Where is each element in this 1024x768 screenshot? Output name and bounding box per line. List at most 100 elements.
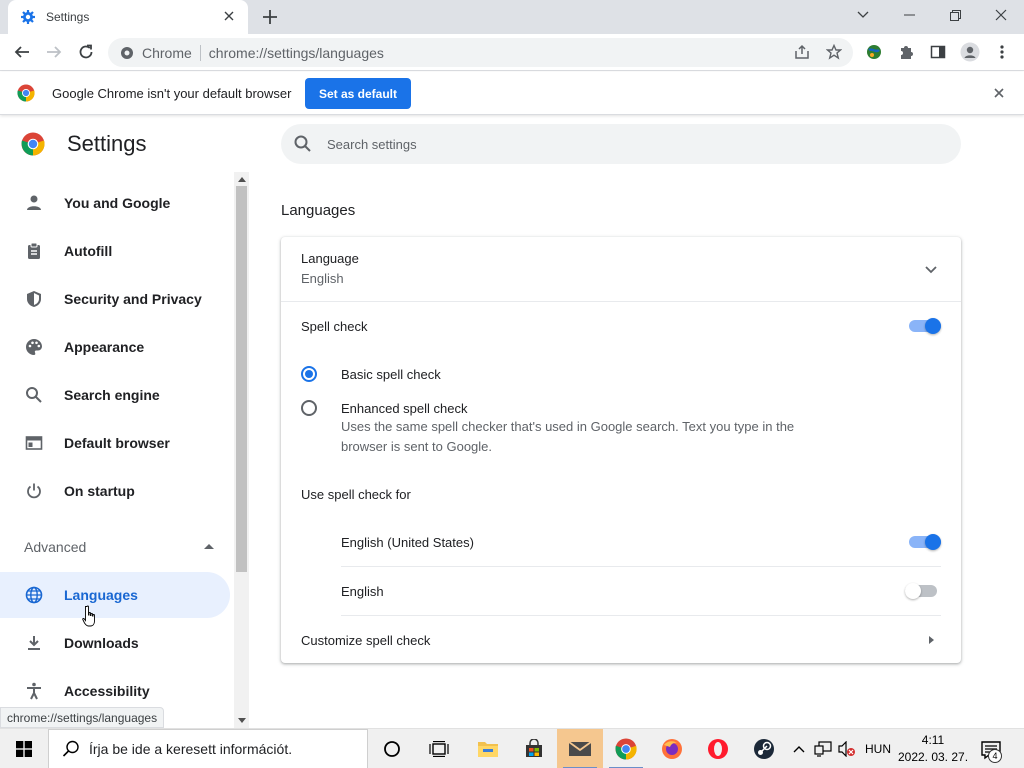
- enhanced-spell-check-radio[interactable]: [301, 400, 317, 416]
- use-spell-check-for-label: Use spell check for: [301, 487, 411, 502]
- sidebar-item-label: You and Google: [64, 195, 171, 211]
- sidebar-item-label: Search engine: [64, 387, 160, 403]
- advanced-toggle[interactable]: Advanced: [24, 532, 214, 562]
- scroll-up-arrow-icon[interactable]: [238, 177, 246, 182]
- caret-up-icon: [204, 544, 214, 549]
- chrome-taskbar-icon[interactable]: [603, 729, 649, 768]
- browser-window-icon: [24, 433, 44, 453]
- sidebar-item-search-engine[interactable]: Search engine: [0, 372, 230, 418]
- palette-icon: [24, 337, 44, 357]
- enhanced-spell-check-description: Uses the same spell checker that's used …: [341, 419, 795, 454]
- sidebar-item-default-browser[interactable]: Default browser: [0, 420, 230, 466]
- steam-icon[interactable]: [741, 729, 787, 768]
- english-us-spell-check-toggle[interactable]: [909, 534, 943, 550]
- file-explorer-icon[interactable]: [465, 729, 511, 768]
- firefox-icon[interactable]: [649, 729, 695, 768]
- extensions-puzzle-icon[interactable]: [894, 40, 918, 64]
- english-spell-check-toggle[interactable]: [905, 583, 939, 599]
- clock-date: 2022. 03. 27.: [897, 750, 969, 764]
- tab-search-icon[interactable]: [840, 0, 886, 30]
- task-view-icon[interactable]: [416, 729, 462, 768]
- close-icon[interactable]: [990, 84, 1008, 102]
- cortana-icon[interactable]: [369, 729, 415, 768]
- settings-sidebar: You and Google Autofill Security and Pri…: [0, 175, 234, 728]
- gear-icon: [21, 10, 35, 24]
- language-english-us-label: English (United States): [341, 535, 474, 550]
- infobar-message: Google Chrome isn't your default browser: [52, 86, 292, 101]
- restore-icon[interactable]: [932, 0, 978, 30]
- sidebar-item-label: Accessibility: [64, 683, 150, 699]
- sidebar-item-security-and-privacy[interactable]: Security and Privacy: [0, 276, 230, 322]
- input-language-indicator[interactable]: HUN: [860, 729, 896, 768]
- windows-start-icon[interactable]: [0, 729, 48, 768]
- page-title: Settings: [67, 131, 147, 156]
- sidebar-item-appearance[interactable]: Appearance: [0, 324, 230, 370]
- shield-icon: [24, 289, 44, 309]
- clipboard-icon: [24, 241, 44, 261]
- close-tab-icon[interactable]: [220, 8, 238, 26]
- languages-card: Language English Spell check Basic spell…: [281, 237, 961, 663]
- set-as-default-button[interactable]: Set as default: [305, 78, 411, 109]
- back-arrow-icon[interactable]: [10, 40, 34, 64]
- sidebar-item-label: Security and Privacy: [64, 291, 202, 307]
- customize-spell-check-row[interactable]: Customize spell check: [281, 616, 961, 663]
- network-icon[interactable]: [812, 729, 834, 768]
- accessibility-icon: [24, 681, 44, 701]
- spell-check-label: Spell check: [301, 319, 368, 334]
- share-icon[interactable]: [790, 40, 814, 64]
- forward-arrow-icon[interactable]: [42, 40, 66, 64]
- profile-avatar-icon[interactable]: [958, 40, 982, 64]
- tab-strip: Settings: [0, 0, 1024, 34]
- speaker-muted-icon[interactable]: [836, 729, 858, 768]
- search-input[interactable]: [327, 136, 927, 152]
- omnibox[interactable]: Chrome chrome://settings/languages: [108, 38, 853, 67]
- scroll-down-arrow-icon[interactable]: [238, 718, 246, 723]
- search-icon: [24, 385, 44, 405]
- new-tab-button[interactable]: [258, 5, 282, 29]
- person-icon: [24, 193, 44, 213]
- bookmark-star-icon[interactable]: [822, 40, 846, 64]
- sidebar-item-on-startup[interactable]: On startup: [0, 468, 230, 514]
- sidebar-item-label: Appearance: [64, 339, 145, 355]
- arrow-right-icon: [929, 636, 934, 644]
- sidebar-item-downloads[interactable]: Downloads: [0, 620, 230, 666]
- language-label: Language: [301, 251, 359, 266]
- close-window-icon[interactable]: [978, 0, 1024, 30]
- reload-icon[interactable]: [74, 40, 98, 64]
- customize-spell-check-label: Customize spell check: [301, 633, 431, 648]
- divider: [341, 566, 941, 567]
- sidebar-item-autofill[interactable]: Autofill: [0, 228, 230, 274]
- advanced-label: Advanced: [24, 539, 87, 555]
- power-icon: [24, 481, 44, 501]
- taskbar-search-box[interactable]: Írja be ide a keresett információt.: [48, 729, 368, 768]
- mail-icon[interactable]: [557, 729, 603, 768]
- opera-icon[interactable]: [695, 729, 741, 768]
- download-icon: [24, 633, 44, 653]
- side-panel-icon[interactable]: [926, 40, 950, 64]
- tray-overflow-chevron-icon[interactable]: [790, 729, 808, 768]
- menu-kebab-icon[interactable]: [990, 40, 1014, 64]
- tab-title: Settings: [46, 10, 90, 24]
- language-row[interactable]: Language English: [281, 237, 961, 302]
- tab-settings[interactable]: Settings: [8, 0, 248, 34]
- spell-check-toggle[interactable]: [909, 318, 943, 334]
- sidebar-item-label: Downloads: [64, 635, 139, 651]
- sidebar-scrollbar[interactable]: [234, 172, 249, 728]
- scrollbar-thumb[interactable]: [236, 186, 247, 572]
- url-text: chrome://settings/languages: [208, 44, 384, 61]
- toggle-knob: [925, 534, 941, 550]
- basic-spell-check-radio[interactable]: [301, 366, 317, 382]
- microsoft-store-icon[interactable]: [511, 729, 557, 768]
- minimize-icon[interactable]: [886, 0, 932, 30]
- sidebar-item-you-and-google[interactable]: You and Google: [0, 180, 230, 226]
- language-value: English: [301, 271, 344, 286]
- toggle-knob: [905, 583, 921, 599]
- omnibox-divider: [199, 44, 201, 61]
- sidebar-item-languages[interactable]: Languages: [0, 572, 230, 618]
- windows-taskbar: Írja be ide a keresett információt. HUN …: [0, 728, 1024, 768]
- search-settings-field[interactable]: [281, 124, 961, 164]
- extension-globe-icon[interactable]: [862, 40, 886, 64]
- section-title: Languages: [281, 202, 356, 219]
- taskbar-clock[interactable]: 4:11 2022. 03. 27.: [896, 732, 970, 766]
- chevron-down-icon[interactable]: [923, 261, 939, 277]
